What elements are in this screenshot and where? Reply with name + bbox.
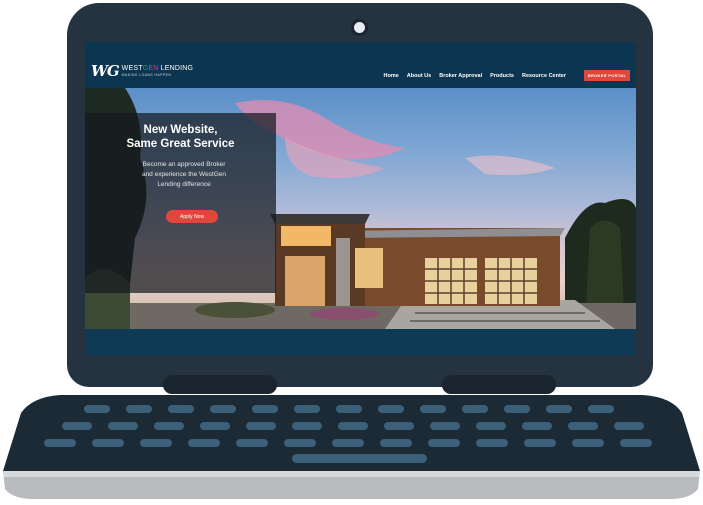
laptop-screen: WG WESTGEN LENDING MAKING LOANS HAPPEN H… (85, 42, 636, 355)
hero-subtitle-line-1: Become an approved Broker (142, 161, 226, 168)
hero-subtitle: Become an approved Broker and experience… (125, 160, 243, 190)
logo-brand-lending: LENDING (158, 65, 194, 72)
hero-subtitle-line-2: and experience the WestGen (141, 171, 227, 178)
hero-title-line-1: New Website, (143, 124, 218, 136)
laptop-keyboard-base (3, 395, 700, 499)
nav-about-us[interactable]: About Us (407, 73, 431, 79)
logo-mark: WG (91, 62, 120, 80)
logo-brand-west: WEST (121, 65, 143, 72)
apply-now-button[interactable]: Apply Now (166, 210, 218, 223)
logo-brand-gen: GEN (142, 65, 159, 72)
hero-banner: New Website, Same Great Service Become a… (85, 88, 636, 329)
hero-title-line-2: Same Great Service (126, 138, 235, 150)
nav-resource-center[interactable]: Resource Center (522, 73, 566, 79)
hero-promo-panel: New Website, Same Great Service Become a… (85, 113, 276, 293)
hero-subtitle-line-3: Lending difference (157, 181, 211, 188)
site-logo[interactable]: WG WESTGEN LENDING MAKING LOANS HAPPEN (91, 62, 193, 80)
nav-home[interactable]: Home (383, 73, 398, 79)
logo-tagline: MAKING LOANS HAPPEN (121, 73, 172, 77)
hero-title: New Website, Same Great Service (85, 123, 276, 151)
main-nav: Home About Us Broker Approval Products R… (383, 73, 566, 79)
broker-portal-button[interactable]: BROKER PORTAL (584, 70, 630, 81)
nav-products[interactable]: Products (490, 73, 514, 79)
logo-text: WESTGEN LENDING MAKING LOANS HAPPEN (122, 65, 193, 77)
logo-brand: WESTGEN LENDING (122, 65, 193, 72)
site-header: WG WESTGEN LENDING MAKING LOANS HAPPEN H… (85, 42, 636, 88)
laptop-mockup: WG WESTGEN LENDING MAKING LOANS HAPPEN H… (0, 0, 703, 505)
camera-icon (351, 19, 368, 36)
site-footer-strip (85, 329, 636, 355)
nav-broker-approval[interactable]: Broker Approval (439, 73, 482, 79)
